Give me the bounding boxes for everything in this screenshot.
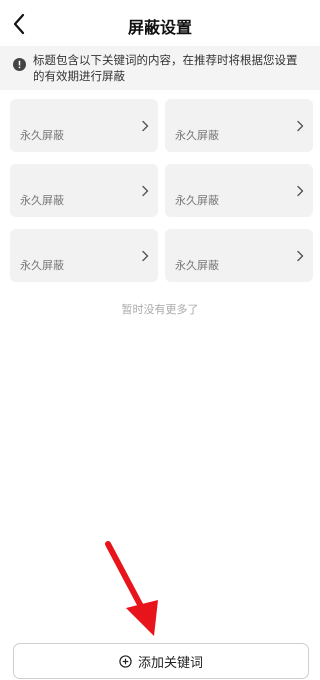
keyword-status: 永久屏蔽 [20, 194, 64, 207]
keyword-status: 永久屏蔽 [175, 194, 219, 207]
chevron-right-icon [142, 120, 149, 132]
screen: 屏蔽设置 标题包含以下关键词的内容，在推荐时将根据您设置的有效期进行屏蔽 永久屏… [0, 0, 320, 680]
chevron-right-icon [297, 120, 304, 132]
keyword-card[interactable]: 永久屏蔽 [10, 164, 158, 217]
chevron-right-icon [142, 185, 149, 197]
keyword-card[interactable]: 永久屏蔽 [165, 99, 313, 152]
chevron-right-icon [142, 250, 149, 262]
plus-circle-icon [119, 654, 132, 668]
red-arrow-annotation [105, 541, 158, 636]
keyword-status: 永久屏蔽 [20, 259, 64, 272]
header: 屏蔽设置 [0, 0, 320, 48]
add-keyword-label: 添加关键词 [137, 655, 203, 671]
notice-text: 标题包含以下关键词的内容，在推荐时将根据您设置的有效期进行屏蔽 [33, 53, 298, 83]
info-icon [13, 58, 26, 71]
keyword-card[interactable]: 永久屏蔽 [165, 229, 313, 282]
keyword-status: 永久屏蔽 [20, 129, 64, 142]
keyword-card[interactable]: 永久屏蔽 [165, 164, 313, 217]
add-keyword-button[interactable]: 添加关键词 [13, 643, 309, 679]
keyword-status: 永久屏蔽 [175, 129, 219, 142]
list-end-text: 暂时没有更多了 [121, 303, 199, 316]
keyword-status: 永久屏蔽 [175, 259, 219, 272]
keyword-card[interactable]: 永久屏蔽 [10, 99, 158, 152]
page-title: 屏蔽设置 [127, 18, 192, 37]
notice-banner: 标题包含以下关键词的内容，在推荐时将根据您设置的有效期进行屏蔽 [0, 46, 320, 90]
chevron-right-icon [297, 185, 304, 197]
chevron-right-icon [297, 250, 304, 262]
keyword-card[interactable]: 永久屏蔽 [10, 229, 158, 282]
